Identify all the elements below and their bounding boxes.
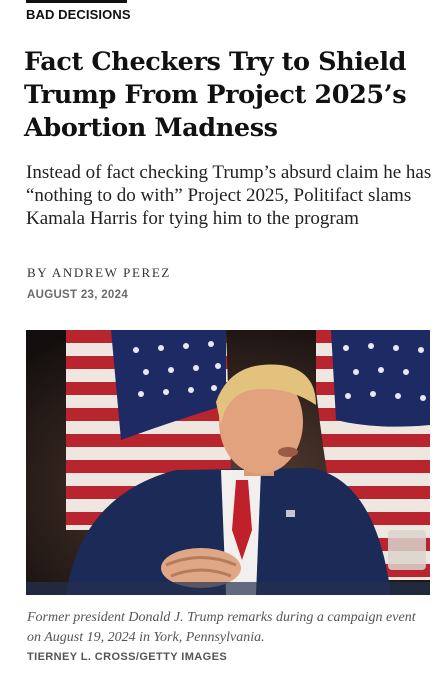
water-glass	[388, 530, 426, 570]
article-dek: Instead of fact checking Trump’s absurd …	[26, 162, 432, 229]
table-edge	[26, 582, 430, 595]
kicker-rule	[26, 0, 127, 3]
article-headline: Fact Checkers Try to Shield Trump From P…	[24, 47, 407, 143]
hero-photo	[26, 330, 430, 595]
photo-caption: Former president Donald J. Trump remarks…	[27, 610, 416, 645]
byline[interactable]: BY ANDREW PEREZ	[27, 265, 171, 281]
hero-photo-illustration	[26, 330, 430, 595]
section-kicker[interactable]: BAD DECISIONS	[26, 7, 131, 22]
publish-date: AUGUST 23, 2024	[27, 289, 129, 301]
photo-credit: TIERNEY L. CROSS/GETTY IMAGES	[27, 651, 228, 663]
